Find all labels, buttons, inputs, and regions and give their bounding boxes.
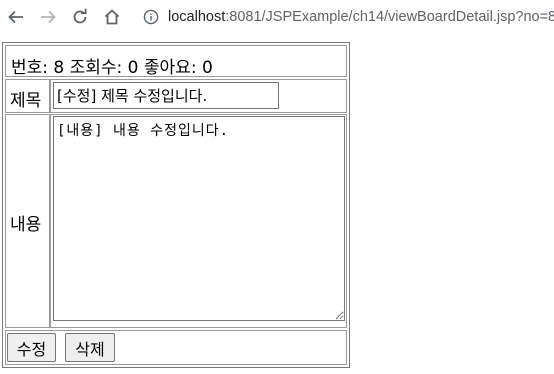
button-row — [5, 330, 347, 365]
edit-button[interactable]: 수정 — [7, 333, 56, 362]
content-label: 내용 — [10, 215, 42, 235]
home-button[interactable] — [99, 4, 125, 30]
url-path: :8081/JSPExample/ch14/viewBoardDetail.js… — [225, 9, 554, 25]
address-bar[interactable]: localhost:8081/JSPExample/ch14/viewBoard… — [143, 6, 554, 28]
meta-row: 번호: 8 조회수: 0 좋아요: 0 — [5, 45, 347, 78]
title-label: 제목 — [10, 91, 42, 111]
content-textarea[interactable]: [내용] 내용 수정입니다. — [53, 116, 345, 321]
browser-toolbar: localhost:8081/JSPExample/ch14/viewBoard… — [0, 0, 554, 33]
title-label-cell: 제목 — [5, 79, 50, 113]
back-button[interactable] — [3, 4, 29, 30]
content-label-cell: 내용 — [5, 114, 50, 328]
home-icon — [104, 9, 120, 25]
reload-button[interactable] — [67, 4, 93, 30]
forward-button[interactable] — [35, 4, 61, 30]
post-meta: 번호: 8 조회수: 0 좋아요: 0 — [11, 58, 213, 78]
url-host: localhost — [168, 9, 226, 25]
forward-arrow-icon — [41, 10, 56, 24]
back-arrow-icon — [8, 10, 23, 24]
delete-button[interactable]: 삭제 — [65, 333, 115, 362]
title-input[interactable] — [53, 82, 279, 109]
info-icon[interactable] — [143, 9, 159, 25]
reload-icon — [73, 8, 87, 24]
